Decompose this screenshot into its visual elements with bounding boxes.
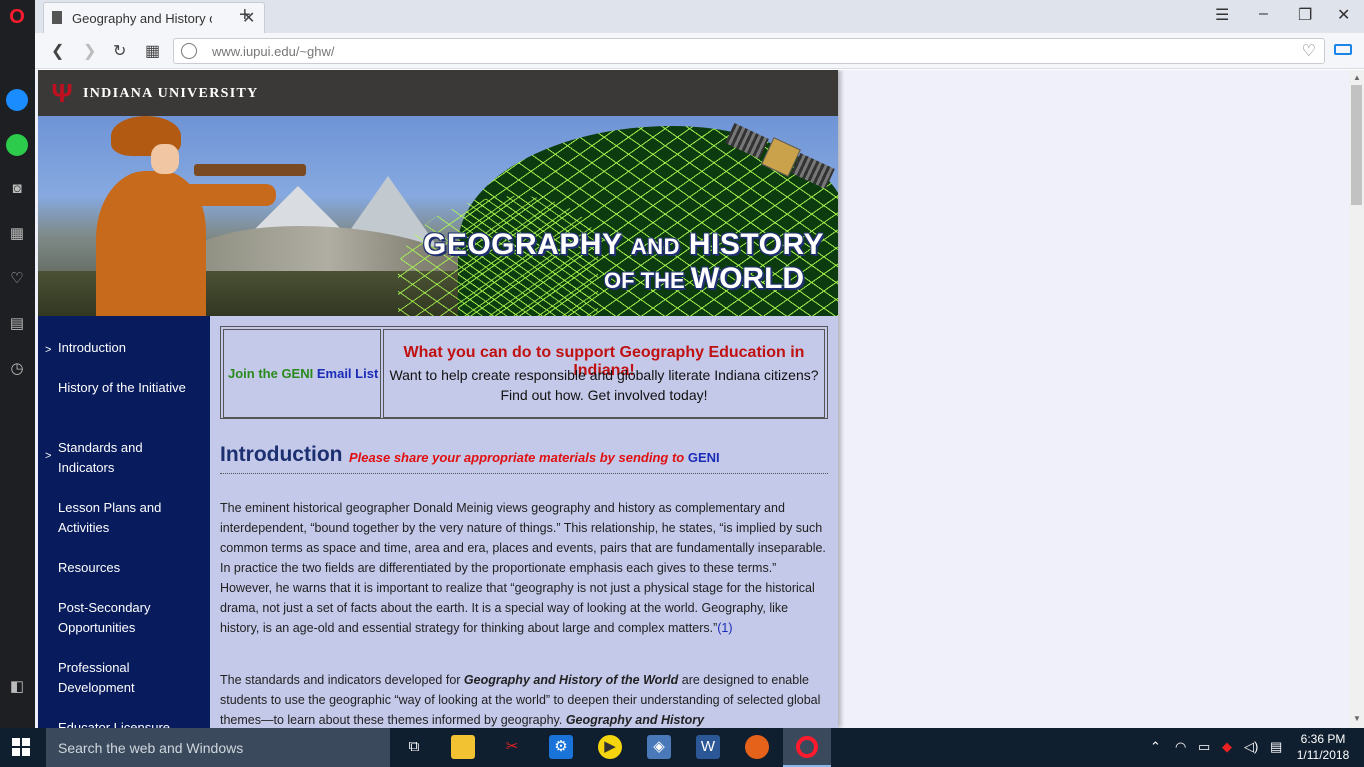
page-scrollbar[interactable]: ▲ ▼: [1349, 70, 1364, 728]
sidebar-toggle-icon[interactable]: ◧: [8, 678, 26, 696]
snipping-tool-icon[interactable]: ✂: [500, 735, 524, 759]
page-favicon-icon: [52, 11, 62, 24]
wifi-icon[interactable]: ◠: [1175, 739, 1186, 755]
settings-icon[interactable]: ⚙: [549, 735, 573, 759]
bookmarks-heart-icon[interactable]: ♡: [8, 270, 26, 288]
tab-menu-icon[interactable]: ☰: [1215, 5, 1229, 25]
taskbar-search-box[interactable]: Search the web and Windows: [46, 728, 390, 767]
back-icon[interactable]: ❮: [51, 41, 64, 61]
scroll-up-icon[interactable]: ▲: [1353, 73, 1361, 82]
app-icon[interactable]: ◈: [647, 735, 671, 759]
security-shield-icon[interactable]: ◆: [1222, 739, 1232, 755]
media-player-icon[interactable]: ▶: [598, 735, 622, 759]
search-placeholder: Search the web and Windows: [58, 740, 244, 756]
intro-heading-row: Introduction Please share your appropria…: [220, 440, 828, 474]
news-icon[interactable]: ▤: [8, 315, 26, 333]
iu-trident-icon[interactable]: Ψ: [50, 78, 74, 108]
geni-join-link[interactable]: Join the GENI Email List: [228, 366, 378, 381]
file-explorer-icon[interactable]: [451, 735, 475, 759]
windows-taskbar: Search the web and Windows ⧉ ✂ ⚙ ▶ ◈ W ⌃…: [0, 728, 1364, 767]
forward-icon[interactable]: ❯: [83, 41, 96, 61]
action-center-icon[interactable]: ▤: [1270, 739, 1282, 755]
restore-icon[interactable]: ❐: [1298, 5, 1312, 25]
geni-line2: Find out how. Get involved today!: [500, 387, 708, 403]
globe-icon: [181, 43, 197, 59]
address-bar[interactable]: www.iupui.edu/~ghw/ ♡: [173, 38, 1325, 64]
messenger-icon[interactable]: [6, 89, 28, 111]
geni-message-cell: What you can do to support Geography Edu…: [383, 329, 825, 418]
geni-email-link[interactable]: GENI: [688, 450, 720, 465]
battery-saver-icon[interactable]: [1334, 44, 1352, 55]
speed-dial-icon[interactable]: ▦: [8, 225, 26, 243]
university-name[interactable]: INDIANA UNIVERSITY: [83, 86, 259, 102]
intro-paragraph-2: The standards and indicators developed f…: [220, 673, 821, 727]
share-materials-note: Please share your appropriate materials …: [349, 450, 720, 465]
close-window-icon[interactable]: ✕: [1337, 5, 1350, 25]
iu-header-bar: Ψ INDIANA UNIVERSITY: [38, 70, 838, 116]
banner-title-line2: OF THE WORLD: [604, 262, 805, 295]
url-text[interactable]: www.iupui.edu/~ghw/: [212, 44, 335, 59]
tab-strip: Geography and History of ✕ + ☰ ‒ ❐ ✕: [35, 0, 1364, 33]
address-toolbar: ❮ ❯ ↻ ▦ www.iupui.edu/~ghw/ ♡: [35, 33, 1364, 69]
reload-icon[interactable]: ↻: [113, 41, 126, 61]
clock-date: 1/11/2018: [1296, 748, 1350, 762]
whatsapp-icon[interactable]: [6, 134, 28, 156]
new-tab-button[interactable]: +: [239, 4, 251, 27]
minimize-icon[interactable]: ‒: [1259, 5, 1268, 23]
desktop-screen: O ◙ ▦ ♡ ▤ ◷ ◧ Geography and History of ✕…: [0, 0, 1364, 767]
site-container: Ψ INDIANA UNIVERSITY GEOGRAPHY AND HISTO…: [38, 70, 838, 728]
tab-title: Geography and History of: [72, 11, 212, 26]
opera-icon: [796, 736, 818, 758]
page-viewport: Ψ INDIANA UNIVERSITY GEOGRAPHY AND HISTO…: [35, 70, 1349, 728]
opera-menu-icon[interactable]: O: [7, 7, 27, 27]
battery-icon[interactable]: ▭: [1198, 739, 1210, 755]
taskbar-clock[interactable]: 6:36 PM 1/11/2018: [1293, 731, 1353, 763]
telescope-icon: [194, 164, 306, 176]
show-hidden-icons-icon[interactable]: ⌃: [1150, 739, 1161, 755]
browser-tab[interactable]: Geography and History of ✕: [43, 2, 265, 33]
volume-icon[interactable]: ◁): [1244, 739, 1258, 755]
scrollbar-thumb[interactable]: [1351, 85, 1362, 205]
site-banner: GEOGRAPHY AND HISTORY OF THE WORLD: [38, 116, 838, 316]
word-icon[interactable]: W: [696, 735, 720, 759]
explorer-illustration: [66, 116, 306, 316]
history-clock-icon[interactable]: ◷: [8, 360, 26, 378]
site-left-nav: > Introduction History of the Initiative…: [38, 316, 210, 728]
firefox-icon[interactable]: [745, 735, 769, 759]
geni-line1: Want to help create responsible and glob…: [389, 367, 819, 383]
opera-taskbar-button[interactable]: [783, 728, 831, 767]
task-view-icon[interactable]: ⧉: [402, 735, 426, 759]
geni-callout-table: Join the GENI Email List What you can do…: [220, 326, 828, 419]
scroll-down-icon[interactable]: ▼: [1353, 714, 1361, 723]
clock-time: 6:36 PM: [1300, 732, 1346, 746]
satellite-illustration: [725, 120, 835, 190]
intro-paragraph-1: The eminent historical geographer Donald…: [220, 501, 826, 635]
footnote-link[interactable]: (1): [717, 621, 732, 635]
speed-dial-grid-icon[interactable]: ▦: [145, 41, 160, 61]
camera-icon[interactable]: ◙: [8, 180, 26, 198]
email-list-link[interactable]: Email List: [317, 366, 378, 381]
windows-start-icon[interactable]: [12, 738, 30, 756]
geni-join-cell: Join the GENI Email List: [223, 329, 381, 418]
intro-heading: Introduction: [220, 443, 343, 466]
opera-sidebar: O ◙ ▦ ♡ ▤ ◷ ◧: [0, 0, 35, 728]
bookmark-heart-icon[interactable]: ♡: [1302, 41, 1316, 61]
banner-title-line1: GEOGRAPHY AND HISTORY: [423, 228, 825, 261]
